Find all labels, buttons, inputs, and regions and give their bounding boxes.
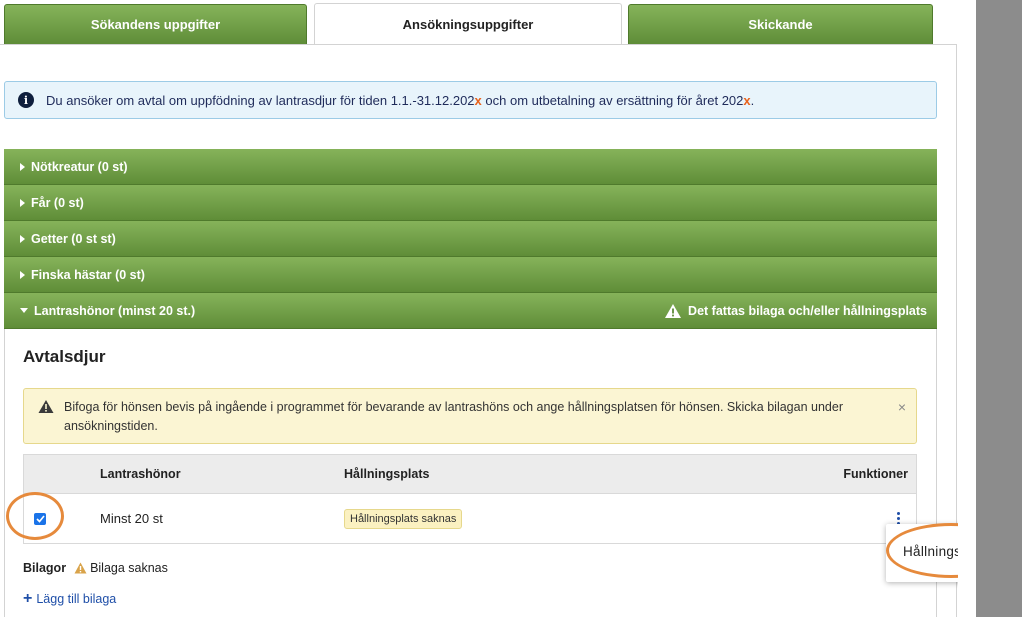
tab-sokandens-uppgifter[interactable]: Sökandens uppgifter (4, 4, 307, 44)
warning-icon (38, 400, 54, 413)
accordion-lantrashonor[interactable]: Lantrashönor (minst 20 st.) Det fattas b… (4, 293, 937, 329)
caret-right-icon (20, 198, 25, 207)
cell-lantrashonor: Minst 20 st (100, 511, 163, 526)
plus-icon: + (23, 590, 33, 607)
attachments-status: Bilaga saknas (90, 561, 168, 575)
tab-bar: Sökandens uppgifter Ansökningsuppgifter … (0, 0, 958, 45)
animal-accordion: Nötkreatur (0 st) Får (0 st) Getter (0 s… (4, 149, 937, 329)
info-text: Du ansöker om avtal om uppfödning av lan… (46, 92, 755, 108)
accordion-far[interactable]: Får (0 st) (4, 185, 937, 221)
header-funktioner: Funktioner (843, 467, 908, 481)
table-row: Minst 20 st Hållningsplats saknas (23, 494, 917, 544)
animals-table: Lantrashönor Hållningsplats Funktioner M… (23, 454, 917, 544)
warning-text: Bifoga för hönsen bevis på ingående i pr… (64, 400, 843, 433)
section-title: Avtalsdjur (23, 347, 106, 366)
header-lantrashonor: Lantrashönor (100, 467, 181, 481)
header-hallningsplats: Hållningsplats (344, 467, 430, 481)
accordion-notkreatur[interactable]: Nötkreatur (0 st) (4, 149, 937, 185)
caret-right-icon (20, 234, 25, 243)
accordion-getter[interactable]: Getter (0 st st) (4, 221, 937, 257)
attachments-label: Bilagor (23, 561, 67, 575)
caret-down-icon (20, 308, 28, 313)
caret-right-icon (20, 270, 25, 279)
status-badge: Hållningsplats saknas (344, 508, 463, 529)
table-header: Lantrashönor Hållningsplats Funktioner (23, 454, 917, 494)
warning-icon (665, 303, 682, 318)
scrollbar[interactable] (976, 0, 1022, 617)
accordion-finska-hastar[interactable]: Finska hästar (0 st) (4, 257, 937, 293)
accordion-warning-text: Det fattas bilaga och/eller hållningspla… (688, 303, 927, 318)
warning-icon (74, 562, 87, 574)
warning-message: Bifoga för hönsen bevis på ingående i pr… (23, 388, 917, 444)
attachments-row: Bilagor Bilaga saknas (23, 561, 168, 575)
add-attachment-link[interactable]: + Lägg till bilaga (23, 590, 116, 607)
caret-right-icon (20, 162, 25, 171)
tab-ansokningsuppgifter[interactable]: Ansökningsuppgifter (314, 3, 622, 45)
scroll-gutter (958, 0, 976, 617)
info-message: i Du ansöker om avtal om uppfödning av l… (4, 81, 937, 119)
highlight-circle (6, 492, 64, 540)
info-icon: i (18, 92, 34, 108)
close-icon[interactable]: × (898, 398, 906, 417)
tab-skickande[interactable]: Skickande (628, 4, 933, 44)
